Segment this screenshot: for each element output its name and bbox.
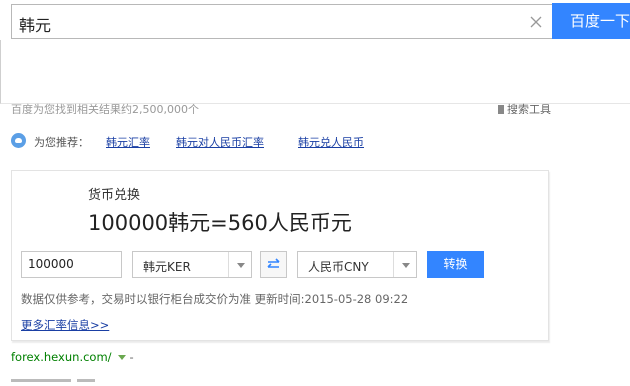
recommend-link-krw-to-rmb-rate[interactable]: 韩元对人民币汇率 (176, 134, 264, 150)
result-count-row: 百度为您找到相关结果约2,500,000个 搜索工具 (11, 100, 551, 114)
funnel-icon (498, 105, 504, 114)
from-currency-dropdown[interactable] (228, 252, 251, 277)
source-url-row: forex.hexun.com/ - (11, 350, 134, 364)
search-input[interactable]: 韩元 (11, 4, 552, 39)
swap-currency-button[interactable] (260, 251, 287, 278)
recommend-link-krw-to-rmb[interactable]: 韩元兑人民币 (298, 134, 364, 150)
swap-arrows-icon (267, 258, 280, 268)
source-url[interactable]: forex.hexun.com/ (11, 350, 112, 364)
search-results-page: 韩元 百度一下 百度为您找到相关结果约2,500,000个 搜索工具 为您推荐：… (0, 0, 630, 386)
close-icon[interactable] (528, 14, 544, 30)
suggestion-panel (0, 40, 630, 104)
recommend-label: 为您推荐： (34, 136, 89, 149)
search-button[interactable]: 百度一下 (552, 3, 630, 39)
chevron-down-icon (402, 263, 410, 268)
to-currency-value: 人民币CNY (308, 260, 369, 274)
result-count: 百度为您找到相关结果约2,500,000个 (11, 103, 199, 114)
search-header: 韩元 百度一下 (0, 0, 630, 105)
disclaimer-note: 数据仅供参考，交易时以银行柜台成交价为准 更新时间:2015-05-28 09:… (21, 292, 409, 306)
more-rates-link[interactable]: 更多汇率信息>> (21, 317, 109, 333)
recommend-link-krw-rate[interactable]: 韩元汇率 (106, 134, 150, 150)
search-tools-label: 搜索工具 (507, 103, 551, 114)
to-currency-select[interactable]: 人民币CNY (297, 251, 417, 278)
from-currency-select[interactable]: 韩元KER (132, 251, 252, 278)
to-currency-dropdown[interactable] (393, 252, 416, 277)
recommend-icon (11, 133, 26, 148)
chevron-down-icon (237, 263, 245, 268)
currency-converter-card: 货币兑换 100000韩元=560人民币元 100000 韩元KER 人民币CN… (11, 170, 549, 341)
url-separator: - (129, 350, 134, 364)
amount-input[interactable]: 100000 (21, 251, 122, 278)
from-currency-value: 韩元KER (143, 260, 191, 274)
chevron-down-icon[interactable] (117, 354, 126, 360)
conversion-result: 100000韩元=560人民币元 (88, 211, 352, 235)
search-tools-button[interactable]: 搜索工具 (498, 101, 551, 114)
converter-title: 货币兑换 (88, 188, 141, 203)
search-query-text: 韩元 (19, 16, 52, 35)
next-result-snippet (11, 379, 121, 386)
convert-button[interactable]: 转换 (427, 251, 484, 278)
